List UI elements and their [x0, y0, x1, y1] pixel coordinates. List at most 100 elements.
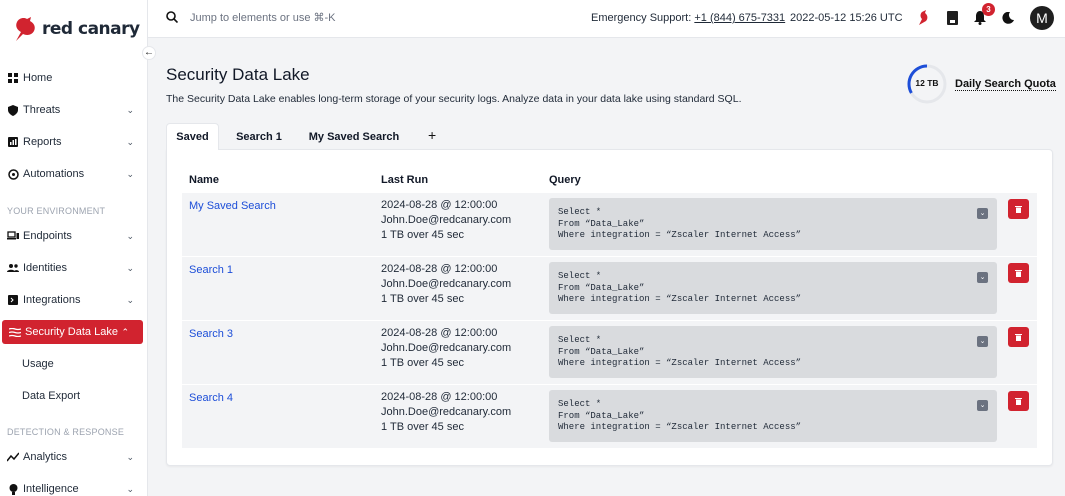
sidebar-item-label: Intelligence — [23, 483, 79, 495]
endpoints-icon — [7, 230, 19, 242]
sidebar-item-label: Integrations — [23, 294, 81, 306]
run-stats: 1 TB over 45 sec — [381, 229, 464, 241]
run-user: John.Doe@redcanary.com — [381, 214, 512, 226]
run-date: 2024-08-28 @ 12:00:00 — [381, 199, 498, 211]
search-name-link[interactable]: Search 1 — [189, 264, 233, 276]
run-stats: 1 TB over 45 sec — [381, 293, 464, 305]
automations-icon — [7, 168, 19, 180]
sidebar-item-automations[interactable]: Automations ⌄ — [0, 162, 148, 186]
top-bar: Emergency Support: +1 (844) 675-7331 202… — [148, 0, 1065, 38]
trash-icon — [1015, 206, 1022, 213]
page-description: The Security Data Lake enables long-term… — [166, 93, 742, 105]
run-stats: 1 TB over 45 sec — [381, 421, 464, 433]
sidebar-item-label: Analytics — [23, 451, 68, 463]
sidebar-item-label: Identities — [23, 262, 68, 274]
sidebar-item-identities[interactable]: Identities ⌄ — [0, 256, 148, 280]
home-icon — [7, 72, 19, 84]
chevron-down-icon: ⌄ — [126, 483, 134, 494]
tab-search-1[interactable]: Search 1 — [229, 123, 289, 150]
column-header-query: Query — [549, 174, 581, 186]
quota-value: 12 TB — [915, 78, 939, 88]
query-code: Select * From “Data_Lake” Where integrat… — [549, 326, 997, 378]
expand-query-button[interactable]: ⌄ — [977, 400, 988, 411]
query-code: Select * From “Data_Lake” Where integrat… — [549, 262, 997, 314]
chevron-down-icon: ⌄ — [126, 262, 134, 273]
lightbulb-icon — [7, 483, 19, 495]
section-detection-response: DETECTION & RESPONSE — [7, 427, 125, 437]
run-date: 2024-08-28 @ 12:00:00 — [381, 327, 498, 339]
brand-name: red canary — [42, 19, 140, 39]
canary-alert-icon[interactable] — [916, 9, 932, 27]
document-icon[interactable] — [944, 9, 960, 27]
analytics-icon — [7, 451, 19, 463]
expand-query-button[interactable]: ⌄ — [977, 336, 988, 347]
user-avatar[interactable]: M — [1030, 6, 1054, 30]
sidebar-item-threats[interactable]: Threats ⌄ — [0, 98, 148, 122]
column-header-name: Name — [189, 174, 219, 186]
sidebar-item-endpoints[interactable]: Endpoints ⌄ — [0, 224, 148, 248]
trash-icon — [1015, 270, 1022, 277]
sidebar-item-integrations[interactable]: Integrations ⌄ — [0, 288, 148, 312]
shield-icon — [7, 104, 19, 116]
chevron-up-icon: ⌃ — [121, 326, 129, 337]
search-input[interactable] — [190, 10, 470, 26]
run-user: John.Doe@redcanary.com — [381, 342, 512, 354]
last-run-info: 2024-08-28 @ 12:00:00 John.Doe@redcanary… — [381, 262, 511, 307]
integrations-icon — [7, 294, 19, 306]
sidebar-subitem-data-export[interactable]: Data Export — [22, 390, 80, 402]
reports-icon — [7, 136, 19, 148]
last-run-info: 2024-08-28 @ 12:00:00 John.Doe@redcanary… — [381, 390, 511, 435]
sidebar-item-label: Security Data Lake — [25, 326, 118, 338]
chevron-down-icon: ⌄ — [126, 104, 134, 115]
notification-badge: 3 — [982, 3, 995, 16]
emergency-label: Emergency Support: — [591, 12, 692, 24]
chevron-down-icon: ⌄ — [126, 230, 134, 241]
red-canary-logo[interactable]: red canary — [12, 14, 140, 44]
tab-saved[interactable]: Saved — [166, 123, 219, 150]
run-stats: 1 TB over 45 sec — [381, 357, 464, 369]
chevron-down-icon: ⌄ — [126, 168, 134, 179]
section-your-environment: YOUR ENVIRONMENT — [7, 206, 106, 216]
tab-my-saved-search[interactable]: My Saved Search — [302, 123, 406, 150]
sidebar-item-label: Automations — [23, 168, 85, 180]
dark-mode-moon-icon[interactable] — [1000, 9, 1016, 27]
sidebar-item-intelligence[interactable]: Intelligence ⌄ — [0, 477, 148, 496]
page-title: Security Data Lake — [166, 65, 310, 84]
last-run-info: 2024-08-28 @ 12:00:00 John.Doe@redcanary… — [381, 198, 511, 243]
search-icon — [166, 11, 179, 26]
search-name-link[interactable]: Search 3 — [189, 328, 233, 340]
last-run-info: 2024-08-28 @ 12:00:00 John.Doe@redcanary… — [381, 326, 511, 371]
run-date: 2024-08-28 @ 12:00:00 — [381, 391, 498, 403]
sidebar-item-label: Endpoints — [23, 230, 72, 242]
search-name-link[interactable]: My Saved Search — [189, 200, 276, 212]
collapse-sidebar-button[interactable]: ← — [142, 46, 156, 60]
sidebar-item-label: Reports — [23, 136, 62, 148]
expand-query-button[interactable]: ⌄ — [977, 272, 988, 283]
sidebar-item-reports[interactable]: Reports ⌄ — [0, 130, 148, 154]
add-tab-button[interactable]: + — [428, 127, 436, 143]
expand-query-button[interactable]: ⌄ — [977, 208, 988, 219]
query-code: Select * From “Data_Lake” Where integrat… — [549, 198, 997, 250]
query-code: Select * From “Data_Lake” Where integrat… — [549, 390, 997, 442]
search-name-link[interactable]: Search 4 — [189, 392, 233, 404]
daily-search-quota-link[interactable]: Daily Search Quota — [955, 78, 1056, 91]
sidebar-subitem-usage[interactable]: Usage — [22, 358, 54, 370]
delete-search-button[interactable] — [1008, 391, 1029, 411]
run-user: John.Doe@redcanary.com — [381, 278, 512, 290]
sidebar-item-security-data-lake[interactable]: Security Data Lake ⌃ — [2, 320, 143, 344]
run-date: 2024-08-28 @ 12:00:00 — [381, 263, 498, 275]
sidebar-item-analytics[interactable]: Analytics ⌄ — [0, 445, 148, 469]
delete-search-button[interactable] — [1008, 199, 1029, 219]
trash-icon — [1015, 398, 1022, 405]
emergency-support: Emergency Support: +1 (844) 675-7331 — [591, 12, 785, 24]
data-lake-icon — [9, 326, 21, 338]
delete-search-button[interactable] — [1008, 327, 1029, 347]
delete-search-button[interactable] — [1008, 263, 1029, 283]
run-user: John.Doe@redcanary.com — [381, 406, 512, 418]
chevron-down-icon: ⌄ — [126, 136, 134, 147]
emergency-phone-link[interactable]: +1 (844) 675-7331 — [694, 12, 785, 24]
sidebar-item-home[interactable]: Home — [0, 66, 148, 90]
trash-icon — [1015, 334, 1022, 341]
sidebar-item-label: Home — [23, 72, 53, 84]
column-header-last-run: Last Run — [381, 174, 429, 186]
